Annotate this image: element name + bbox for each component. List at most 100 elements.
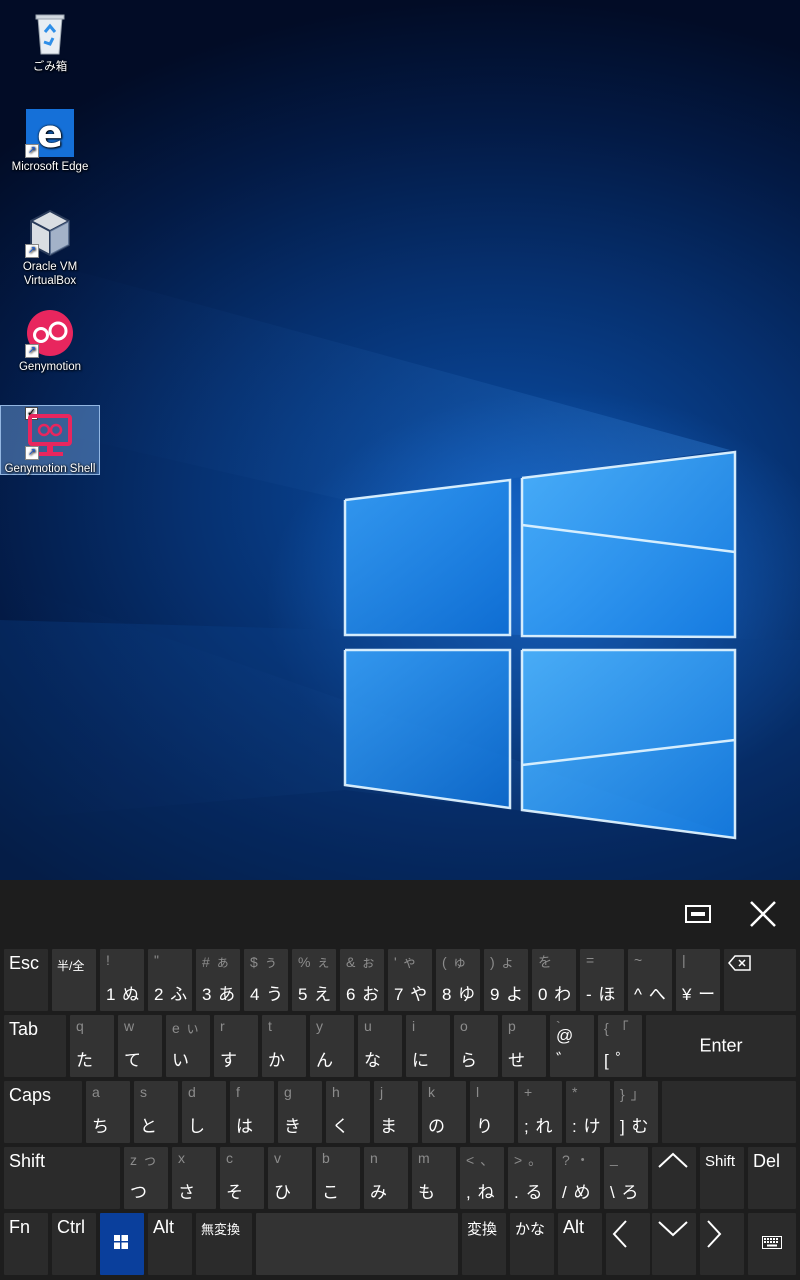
genymotion-shortcut[interactable]: ↗ Genymotion (0, 304, 100, 374)
row4-char-key[interactable]: > 。 . る (508, 1147, 552, 1209)
right-arrow-icon (707, 1220, 722, 1248)
esc-key[interactable]: Esc (4, 949, 48, 1011)
row4-char-key[interactable]: xさ (172, 1147, 216, 1209)
row3-char-key[interactable]: hく (326, 1081, 370, 1143)
left-arrow-key[interactable] (606, 1213, 650, 1275)
row4-char-key[interactable]: _ \ ろ (604, 1147, 648, 1209)
key-shift-label: < 、 (466, 1152, 496, 1168)
row2-char-key[interactable]: yん (310, 1015, 354, 1077)
caps-key[interactable]: Caps (4, 1081, 82, 1143)
space-key[interactable] (256, 1213, 458, 1275)
kana-key[interactable]: かな (510, 1213, 554, 1275)
microsoft-edge-shortcut[interactable]: e ↗ Microsoft Edge (0, 104, 100, 174)
row4-char-key[interactable]: bこ (316, 1147, 360, 1209)
row4-char-key[interactable]: vひ (268, 1147, 312, 1209)
key-main-label: い (172, 1051, 190, 1070)
row2-char-key[interactable]: e ぃい (166, 1015, 210, 1077)
genymotion-shell-label: Genymotion Shell (4, 463, 96, 475)
down-arrow-key[interactable] (652, 1213, 696, 1275)
row2-char-key[interactable]: tか (262, 1015, 306, 1077)
row2-char-key[interactable]: ` @ ゛ (550, 1015, 594, 1077)
row1-char-key[interactable]: " 2 ふ (148, 949, 192, 1011)
row2-char-key[interactable]: iに (406, 1015, 450, 1077)
ctrl-key[interactable]: Ctrl (52, 1213, 96, 1275)
row2-char-key[interactable]: qた (70, 1015, 114, 1077)
muhenkan-key[interactable]: 無変換 (196, 1213, 252, 1275)
key-shift-label: b (322, 1150, 331, 1166)
row4-char-key[interactable]: mも (412, 1147, 456, 1209)
row2-char-key[interactable]: { 「 [ ゜ (598, 1015, 642, 1077)
genymotion-shell-shortcut[interactable]: ✓ ↗ Genymotion Shell (0, 405, 100, 475)
row3-char-key[interactable]: gき (278, 1081, 322, 1143)
row3-char-key[interactable]: fは (230, 1081, 274, 1143)
shift-left-key[interactable]: Shift (4, 1147, 120, 1209)
key-shift-label: e ぃ (172, 1020, 201, 1036)
row1-char-key[interactable]: ( ゅ 8 ゆ (436, 949, 480, 1011)
row1-char-key[interactable]: を 0 わ (532, 949, 576, 1011)
row3-char-key[interactable]: } 」] む (614, 1081, 658, 1143)
del-key[interactable]: Del (748, 1147, 796, 1209)
close-button[interactable] (743, 894, 783, 934)
windows-key[interactable] (100, 1213, 144, 1275)
row2-char-key[interactable]: pせ (502, 1015, 546, 1077)
desktop[interactable]: ごみ箱 e ↗ Microsoft Edge ↗ Oracle VM Virtu… (0, 0, 800, 880)
row4-char-key[interactable]: cそ (220, 1147, 264, 1209)
row4-char-key[interactable]: z っつ (124, 1147, 168, 1209)
key-shift-label: r (220, 1018, 226, 1034)
row1-char-key[interactable]: # ぁ 3 あ (196, 949, 240, 1011)
key-shift-label: v (274, 1150, 282, 1166)
row4-char-key[interactable]: nみ (364, 1147, 408, 1209)
row1-char-key[interactable]: ~ ^ へ (628, 949, 672, 1011)
enter-key-extension[interactable] (662, 1081, 796, 1143)
shortcut-arrow-icon: ↗ (25, 446, 39, 460)
row1-char-key[interactable]: & ぉ 6 お (340, 949, 384, 1011)
row1-char-key[interactable]: | ¥ ー (676, 949, 720, 1011)
key-shift-label: w (124, 1018, 136, 1034)
row3-char-key[interactable]: sと (134, 1081, 178, 1143)
keyboard-icon (762, 1236, 782, 1249)
alt-left-key[interactable]: Alt (148, 1213, 192, 1275)
alt-left-label: Alt (153, 1217, 175, 1237)
row1-char-key[interactable]: ) ょ 9 よ (484, 949, 528, 1011)
key-main-label: 2 ふ (154, 985, 189, 1004)
row3-char-key[interactable]: dし (182, 1081, 226, 1143)
row1-char-key[interactable]: % ぇ 5 え (292, 949, 336, 1011)
row3-char-key[interactable]: *: け (566, 1081, 610, 1143)
key-main-label: 8 ゆ (442, 985, 477, 1004)
key-main-label: て (124, 1051, 142, 1070)
row1-char-key[interactable]: $ ぅ 4 う (244, 949, 288, 1011)
row1-char-key[interactable]: ' ゃ 7 や (388, 949, 432, 1011)
recycle-bin[interactable]: ごみ箱 (0, 4, 100, 74)
shift-right-key[interactable]: Shift (700, 1147, 744, 1209)
row2-char-key[interactable]: rす (214, 1015, 258, 1077)
enter-key[interactable]: Enter (646, 1015, 796, 1077)
right-arrow-key[interactable] (700, 1213, 744, 1275)
row2-char-key[interactable]: wて (118, 1015, 162, 1077)
henkan-key[interactable]: 変換 (462, 1213, 506, 1275)
key-shift-label: t (268, 1018, 273, 1034)
virtualbox-shortcut[interactable]: ↗ Oracle VM VirtualBox (0, 204, 100, 290)
row1-char-key[interactable]: = - ほ (580, 949, 624, 1011)
alt-right-key[interactable]: Alt (558, 1213, 602, 1275)
tab-key[interactable]: Tab (4, 1015, 66, 1077)
hankaku-zenkaku-key[interactable]: 半/全 (52, 949, 96, 1011)
row4-char-key[interactable]: < 、 , ね (460, 1147, 504, 1209)
key-main-label: : け (572, 1117, 602, 1136)
row3-char-key[interactable]: aち (86, 1081, 130, 1143)
row2-char-key[interactable]: oら (454, 1015, 498, 1077)
row3-char-key[interactable]: jま (374, 1081, 418, 1143)
backspace-key[interactable] (724, 949, 796, 1011)
row2-char-key[interactable]: uな (358, 1015, 402, 1077)
dock-button[interactable] (678, 894, 718, 934)
keyboard-layout-key[interactable] (748, 1213, 796, 1275)
row3-char-key[interactable]: lり (470, 1081, 514, 1143)
key-shift-label: y (316, 1018, 324, 1034)
row3-char-key[interactable]: + ; れ (518, 1081, 562, 1143)
row4-char-key[interactable]: ? ・ / め (556, 1147, 600, 1209)
up-arrow-key[interactable] (652, 1147, 696, 1209)
fn-key[interactable]: Fn (4, 1213, 48, 1275)
key-shift-label: + (524, 1084, 534, 1100)
touch-keyboard: Esc 半/全 ! 1 ぬ " 2 ふ # ぁ 3 あ $ ぅ 4 う % ぇ 5 え & ぉ 6 お… (0, 880, 800, 1280)
row1-char-key[interactable]: ! 1 ぬ (100, 949, 144, 1011)
row3-char-key[interactable]: kの (422, 1081, 466, 1143)
